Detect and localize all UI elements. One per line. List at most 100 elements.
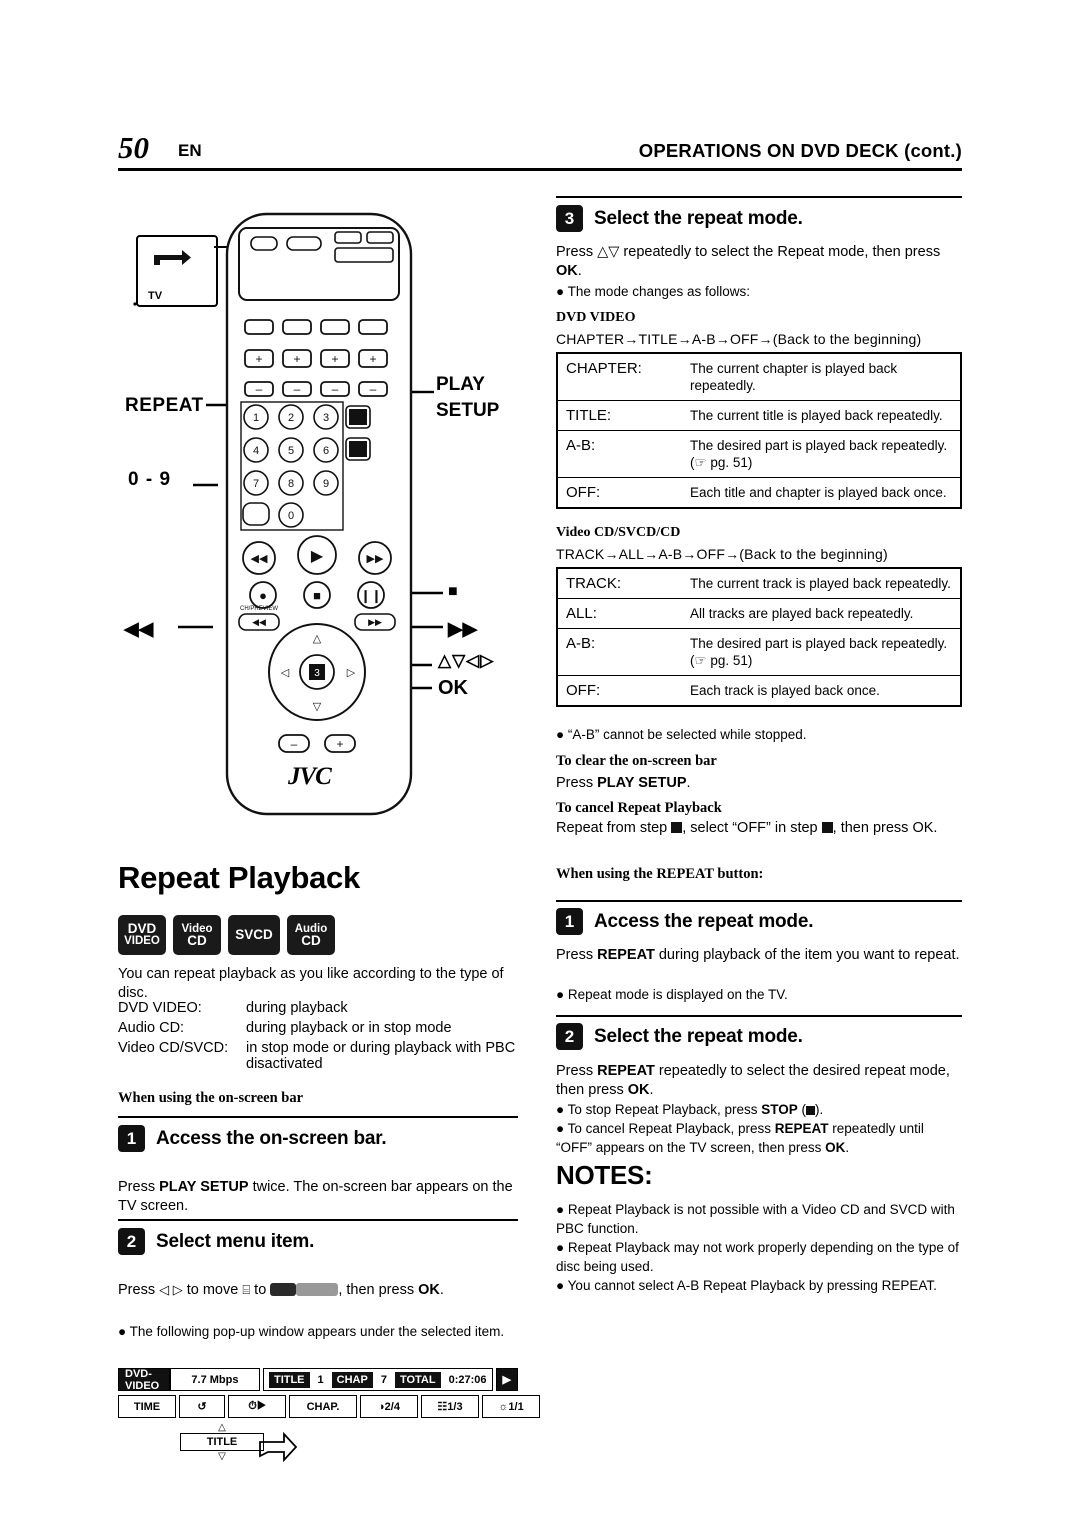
mode-desc: Each title and chapter is played back on… — [682, 477, 961, 508]
step-3-bullet-text: The mode changes as follows: — [567, 284, 751, 299]
osb-bitrate: 7.7 Mbps — [169, 1368, 260, 1391]
mode-key: OFF: — [557, 477, 682, 508]
onscreen-bar-graphic: DVD-VIDEO 7.7 Mbps TITLE 1 CHAP 7 TOTAL … — [118, 1368, 540, 1463]
osb-total-key: TOTAL — [394, 1371, 441, 1388]
step-title: Access the repeat mode. — [594, 910, 814, 932]
remote-label-stop: ■ — [448, 583, 458, 600]
bullet-ab-note: ● “A-B” cannot be selected while stopped… — [556, 727, 807, 742]
note-3: ● You cannot select A-B Repeat Playback … — [556, 1278, 937, 1293]
mode-key: OFF: — [557, 675, 682, 706]
table-row: ALL: All tracks are played back repeated… — [557, 598, 961, 629]
step-3-rule — [556, 196, 962, 198]
step-number: 2 — [118, 1228, 145, 1255]
osb-subtitle-select[interactable]: ☷ 1/3 — [421, 1395, 479, 1418]
svg-text:▶: ▶ — [311, 548, 324, 565]
remote-label-setup: SETUP — [436, 400, 500, 421]
note-1: ● Repeat Playback is not possible with a… — [556, 1202, 955, 1236]
table-row: A-B: The desired part is played back rep… — [557, 628, 961, 676]
osb-popup-down-arrow-icon[interactable]: ▽ — [180, 1451, 264, 1462]
step-3-bullet: ● The mode changes as follows: — [556, 284, 751, 299]
remote-label-play: PLAY — [436, 374, 485, 395]
subhead-when-using-on-screen-bar: When using the on-screen bar — [118, 1090, 304, 1106]
disc-badge-dvd-video: DVD VIDEO — [118, 915, 166, 955]
step-title: Select the repeat mode. — [594, 207, 803, 229]
osb-audio-value: 2/4 — [384, 1400, 400, 1413]
disc-list-desc: during playback — [246, 1000, 348, 1016]
step-2-select-repeat-mode: 2 Select the repeat mode. — [556, 1023, 803, 1050]
osb-subtitle-value: 1/3 — [447, 1400, 463, 1413]
svg-text:+: + — [336, 737, 343, 751]
step-number: 1 — [118, 1125, 145, 1152]
svg-text:CH/PREVIEW: CH/PREVIEW — [240, 606, 278, 612]
note-3-text: You cannot select A-B Repeat Playback by… — [567, 1278, 937, 1293]
disc-badge-video-cd: Video CD — [173, 915, 221, 955]
bullet-ab-text: “A-B” cannot be selected while stopped. — [567, 727, 807, 742]
svg-text:1: 1 — [253, 412, 259, 424]
osb-angle-select[interactable]: ☼ 1/1 — [482, 1395, 540, 1418]
step-2r-rule — [556, 1015, 962, 1017]
clear-onscreen-bar-body: Press PLAY SETUP. — [556, 775, 691, 791]
video-cd-mode-table: TRACK: The current track is played back … — [556, 567, 962, 707]
note-2-text: Repeat Playback may not work properly de… — [556, 1240, 959, 1274]
osb-next-arrow-icon[interactable]: ▶ — [495, 1368, 518, 1391]
repeat-button-heading: When using the REPEAT button: — [556, 866, 764, 882]
video-cd-flow: TRACK→ALL→A-B→OFF→(Back to the beginning… — [556, 546, 888, 562]
mode-desc: The current title is played back repeate… — [682, 400, 961, 431]
menu-item-highlight — [296, 1283, 339, 1296]
step-1r-bullet: ● Repeat mode is displayed on the TV. — [556, 987, 788, 1002]
note-2: ● Repeat Playback may not work properly … — [556, 1240, 959, 1274]
step-2-select-menu-item: 2 Select menu item. — [118, 1228, 314, 1255]
disc-badge-line1: DVD — [127, 921, 157, 936]
osb-repeat-icon[interactable]: ↺ — [179, 1395, 225, 1418]
osb-audio-select[interactable]: ◑ 2/4 — [360, 1395, 418, 1418]
svg-text:+: + — [255, 352, 262, 366]
osb-angle-value: 1/1 — [508, 1400, 524, 1413]
step-2r-bullet-2: ● To cancel Repeat Playback, press REPEA… — [556, 1121, 924, 1155]
remote-label-repeat: REPEAT — [125, 395, 204, 416]
svg-text:■: ■ — [313, 588, 321, 603]
mode-desc: All tracks are played back repeatedly. — [682, 598, 961, 629]
step-3-select-repeat-mode: 3 Select the repeat mode. — [556, 205, 803, 232]
dvd-video-heading: DVD VIDEO — [556, 310, 636, 325]
svg-text:▽: ▽ — [313, 701, 322, 713]
disc-list-desc: during playback or in stop mode — [246, 1020, 452, 1036]
disc-badge-line1: SVCD — [235, 927, 273, 942]
disc-type-badges: DVD VIDEO Video CD SVCD Audio CD — [118, 915, 335, 955]
osb-time-key[interactable]: TIME — [118, 1395, 176, 1418]
osb-chapter-button[interactable]: CHAP. — [289, 1395, 357, 1418]
page-number: 50 — [118, 130, 149, 165]
step-2-body: Press ◁ ▷ to move ⌸ to , then press OK. — [118, 1282, 444, 1298]
step-2-bullet-text: The following pop-up window appears unde… — [129, 1324, 505, 1339]
svg-text:❙❙: ❙❙ — [360, 588, 382, 604]
svg-text:8: 8 — [288, 478, 294, 490]
step-title: Select menu item. — [156, 1230, 315, 1252]
svg-text:0: 0 — [288, 510, 294, 522]
mode-key: TITLE: — [557, 400, 682, 431]
remote-label-ok: OK — [438, 677, 468, 699]
onscreen-bar-row-1: DVD-VIDEO 7.7 Mbps TITLE 1 CHAP 7 TOTAL … — [118, 1368, 518, 1392]
osb-popup-title[interactable]: TITLE — [180, 1433, 264, 1451]
osb-popup: △ TITLE ▽ — [180, 1422, 298, 1463]
step-badge-3 — [821, 822, 833, 833]
cancel-body-pre: Repeat from step — [556, 820, 672, 836]
mode-key: CHAPTER: — [557, 353, 682, 401]
step-badge-1 — [671, 822, 683, 833]
remote-label-numeric-keys: 0 - 9 — [128, 469, 172, 490]
disc-list-term: Audio CD: — [118, 1020, 185, 1036]
osb-popup-up-arrow-icon[interactable]: △ — [180, 1422, 264, 1433]
step-number: 3 — [556, 205, 583, 232]
remote-label-next: ▶▶ — [448, 619, 478, 640]
header-rule — [118, 168, 962, 171]
svg-text:▶▶: ▶▶ — [368, 617, 382, 627]
svg-text:3: 3 — [323, 412, 329, 424]
step-1-access-repeat-mode: 1 Access the repeat mode. — [556, 908, 813, 935]
table-row: OFF: Each track is played back once. — [557, 675, 961, 706]
osb-time-search-icon[interactable]: ⏱▶ — [228, 1395, 286, 1418]
disc-list-term: DVD VIDEO: — [118, 1000, 202, 1016]
remote-label-prev: ◀◀ — [124, 619, 154, 640]
svg-text:3: 3 — [314, 668, 320, 679]
notes-heading: NOTES: — [556, 1160, 653, 1190]
osb-title-key: TITLE — [268, 1371, 310, 1388]
osb-popup-pointer-icon — [259, 1431, 298, 1463]
table-row: A-B: The desired part is played back rep… — [557, 430, 961, 478]
